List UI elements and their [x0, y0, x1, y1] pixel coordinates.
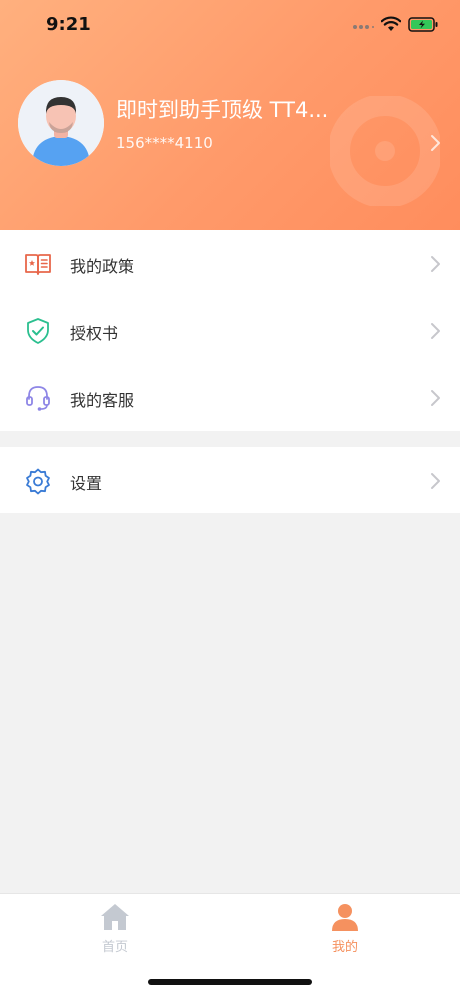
avatar[interactable]	[18, 80, 104, 166]
avatar-person-icon	[18, 80, 104, 166]
battery-icon	[408, 16, 438, 32]
chevron-right-icon	[431, 256, 440, 272]
menu-label-customer-service: 我的客服	[70, 391, 135, 410]
user-phone: 156****4110	[116, 134, 213, 152]
status-time: 9:21	[46, 14, 91, 35]
signal-icon	[353, 25, 374, 29]
status-bar: 9:21	[0, 0, 460, 50]
menu-label-authorization: 授权书	[70, 324, 119, 343]
home-indicator	[148, 979, 312, 985]
menu-item-customer-service[interactable]: 我的客服	[0, 364, 460, 431]
menu-group-settings: 设置	[0, 447, 460, 513]
headset-icon	[26, 386, 50, 411]
chevron-right-icon	[431, 390, 440, 406]
menu-label-my-policy: 我的政策	[70, 257, 135, 276]
user-name: 即时到助手顶级 TT4...	[116, 98, 329, 122]
menu-item-authorization[interactable]: 授权书	[0, 297, 460, 364]
profile-row[interactable]: 即时到助手顶级 TT4... 156****4110	[0, 78, 460, 170]
gear-icon	[26, 468, 50, 495]
home-icon	[101, 904, 129, 930]
tab-label-mine: 我的	[331, 940, 358, 955]
chevron-right-icon[interactable]	[430, 134, 442, 152]
shield-check-icon	[27, 318, 49, 344]
tab-label-home: 首页	[101, 940, 128, 955]
tab-home[interactable]: 首页	[75, 902, 155, 958]
person-icon	[332, 904, 358, 931]
chevron-right-icon	[431, 473, 440, 489]
wifi-icon	[381, 16, 401, 31]
tab-mine[interactable]: 我的	[305, 902, 385, 958]
menu-label-settings: 设置	[70, 474, 103, 493]
menu-item-my-policy[interactable]: 我的政策	[0, 230, 460, 297]
chevron-right-icon	[431, 323, 440, 339]
menu-group-main: 我的政策 授权书 我的客服	[0, 230, 460, 431]
profile-header: 9:21 即时到助手顶级 TT4... 156****4110	[0, 0, 460, 230]
policy-book-icon	[25, 254, 51, 275]
menu-item-settings[interactable]: 设置	[0, 447, 460, 513]
status-icons	[352, 16, 438, 32]
